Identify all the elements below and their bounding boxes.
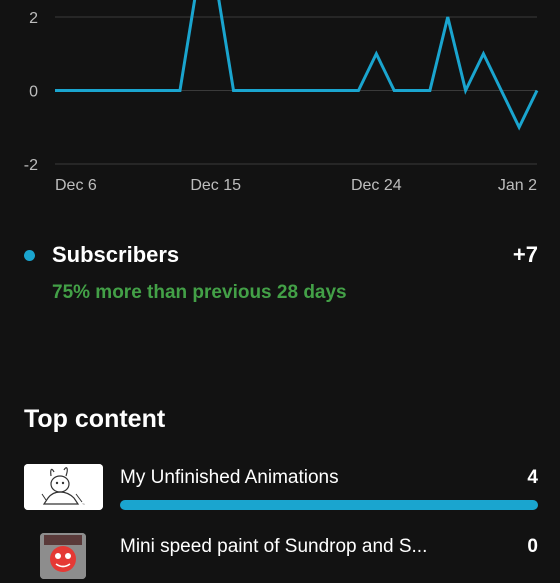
y-tick-label: 2 xyxy=(29,10,38,27)
subscribers-metric[interactable]: Subscribers +7 75% more than previous 28… xyxy=(24,242,538,304)
character-thumbnail-icon xyxy=(40,533,86,579)
metric-value: +7 xyxy=(512,242,538,267)
content-item-count: 4 xyxy=(527,467,538,488)
content-item[interactable]: ~ My Unfinished Animations 4 xyxy=(24,464,538,514)
metric-comparison: 75% more than previous 28 days xyxy=(52,282,347,303)
content-item-title[interactable]: Mini speed paint of Sundrop and S... xyxy=(120,536,450,558)
video-thumbnail[interactable]: ~ xyxy=(24,464,103,510)
metric-title: Subscribers xyxy=(52,242,180,267)
svg-text:~: ~ xyxy=(82,502,85,508)
subscribers-chart: 2 0 -2 Dec 6 Dec 15 Dec 24 Jan 2 xyxy=(0,0,560,205)
video-thumbnail[interactable] xyxy=(40,533,86,579)
x-tick-label: Jan 2 xyxy=(498,177,537,194)
series-dot-icon xyxy=(24,249,35,261)
content-share-bar xyxy=(120,500,538,510)
series-line xyxy=(55,0,539,131)
content-share-fill xyxy=(120,500,538,510)
content-item-count: 0 xyxy=(527,536,538,557)
x-tick-label: Dec 15 xyxy=(190,177,241,194)
x-tick-label: Dec 6 xyxy=(55,177,97,194)
x-tick-label: Dec 24 xyxy=(351,177,402,194)
content-item-title[interactable]: My Unfinished Animations xyxy=(120,467,450,489)
line-chart: 2 0 -2 Dec 6 Dec 15 Dec 24 Jan 2 xyxy=(24,0,539,194)
y-tick-label: 0 xyxy=(29,84,38,101)
sketch-thumbnail-icon: ~ xyxy=(24,464,103,510)
top-content-title: Top content xyxy=(24,405,166,433)
content-item[interactable]: Mini speed paint of Sundrop and S... 0 xyxy=(24,533,538,583)
y-tick-label: -2 xyxy=(24,157,38,174)
